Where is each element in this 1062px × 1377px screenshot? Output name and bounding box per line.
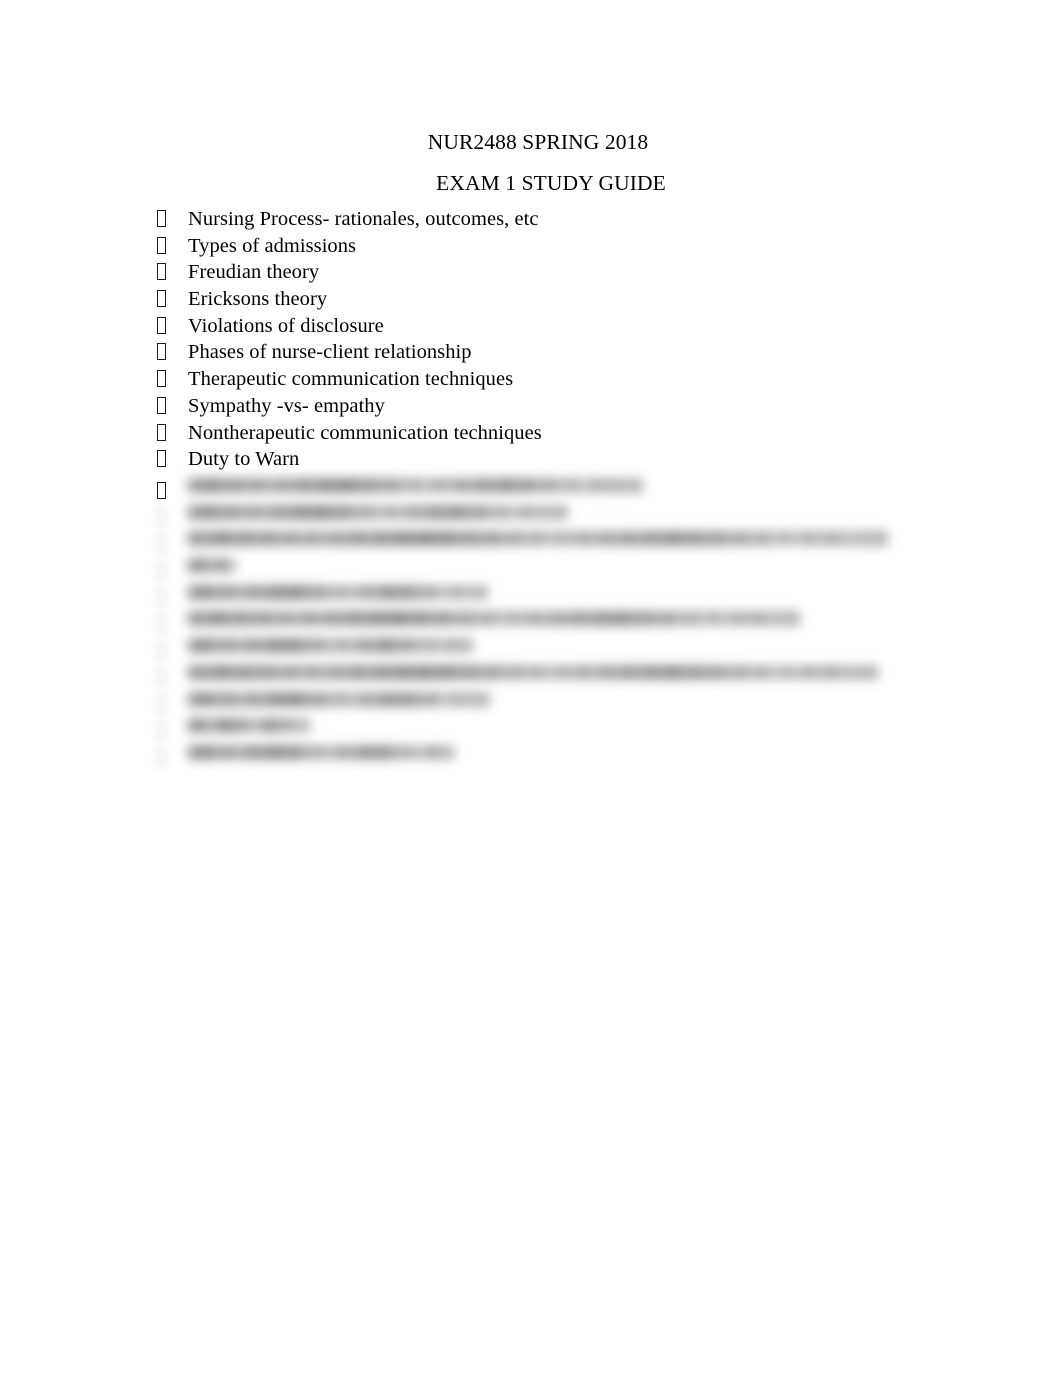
redacted-list-item	[0, 474, 1062, 501]
redacted-list-item	[0, 688, 1062, 715]
page-title-line-1: NUR2488 SPRING 2018	[427, 130, 649, 154]
redacted-list-item	[0, 607, 1062, 634]
bullet-box-icon	[157, 450, 166, 468]
bullet-box-icon	[157, 588, 166, 606]
redacted-topic-list	[0, 474, 1062, 768]
list-item-label: Freudian theory	[188, 261, 320, 284]
bullet-box-icon	[157, 482, 166, 499]
list-item-label: Therapeutic communication techniques	[188, 368, 514, 391]
list-item: Sympathy -vs- empathy	[0, 393, 1062, 420]
redacted-text-line	[188, 504, 568, 520]
list-item: Freudian theory	[0, 259, 1062, 286]
redacted-text-line	[188, 558, 236, 574]
list-item: Duty to Warn	[0, 446, 1062, 473]
redacted-text-line	[188, 638, 473, 654]
redacted-text-line	[188, 584, 488, 600]
list-item-label: Nontherapeutic communication techniques	[188, 421, 542, 444]
redacted-list-item	[0, 661, 1062, 688]
list-item-label: Types of admissions	[188, 234, 357, 257]
redacted-list-item	[0, 741, 1062, 768]
redacted-text-line	[188, 611, 800, 627]
redacted-text-line	[188, 478, 643, 493]
bullet-box-icon	[157, 615, 166, 633]
bullet-box-icon	[157, 236, 166, 254]
bullet-box-icon	[157, 396, 166, 414]
list-item-label: Phases of nurse-client relationship	[188, 341, 472, 364]
bullet-box-icon	[157, 263, 166, 281]
redacted-list-item	[0, 581, 1062, 608]
list-item: Phases of nurse-client relationship	[0, 339, 1062, 366]
page-title-line-2: EXAM 1 STUDY GUIDE	[436, 171, 666, 195]
redacted-list-item	[0, 527, 1062, 554]
list-item-label: Ericksons theory	[188, 288, 328, 311]
bullet-box-icon	[157, 508, 166, 526]
bullet-box-icon	[157, 748, 166, 766]
redacted-list-item	[0, 554, 1062, 581]
list-item-label: Violations of disclosure	[188, 314, 384, 337]
redacted-text-line	[188, 718, 310, 734]
redacted-list-item	[0, 714, 1062, 741]
bullet-box-icon	[157, 343, 166, 361]
redacted-text-line	[188, 744, 454, 760]
redacted-text-line	[188, 531, 888, 547]
bullet-box-icon	[157, 290, 166, 308]
redacted-text-line	[188, 664, 878, 680]
bullet-box-icon	[157, 642, 166, 660]
bullet-box-icon	[157, 316, 166, 334]
list-item: Therapeutic communication techniques	[0, 366, 1062, 393]
list-item: Ericksons theory	[0, 286, 1062, 313]
bullet-box-icon	[157, 535, 166, 553]
list-item-label: Nursing Process- rationales, outcomes, e…	[188, 208, 539, 230]
redacted-list-item	[0, 501, 1062, 528]
bullet-box-icon	[157, 370, 166, 388]
list-item: Nursing Process- rationales, outcomes, e…	[0, 206, 1062, 233]
bullet-box-icon	[157, 668, 166, 686]
list-item: Nontherapeutic communication techniques	[0, 420, 1062, 447]
bullet-box-icon	[157, 722, 166, 740]
bullet-box-icon	[157, 210, 166, 227]
list-item-label: Sympathy -vs- empathy	[188, 394, 385, 417]
bullet-box-icon	[157, 562, 166, 580]
bullet-box-icon	[157, 423, 166, 441]
bullet-box-icon	[157, 695, 166, 713]
redacted-text-line	[188, 691, 490, 707]
list-item-label: Duty to Warn	[188, 448, 300, 471]
document-page: NUR2488 SPRING 2018 EXAM 1 STUDY GUIDE N…	[0, 0, 1062, 1377]
study-topic-list: Nursing Process- rationales, outcomes, e…	[0, 206, 1062, 473]
redacted-list-item	[0, 634, 1062, 661]
document-title-block: NUR2488 SPRING 2018 EXAM 1 STUDY GUIDE	[0, 122, 1062, 204]
list-item: Violations of disclosure	[0, 313, 1062, 340]
list-item: Types of admissions	[0, 233, 1062, 260]
